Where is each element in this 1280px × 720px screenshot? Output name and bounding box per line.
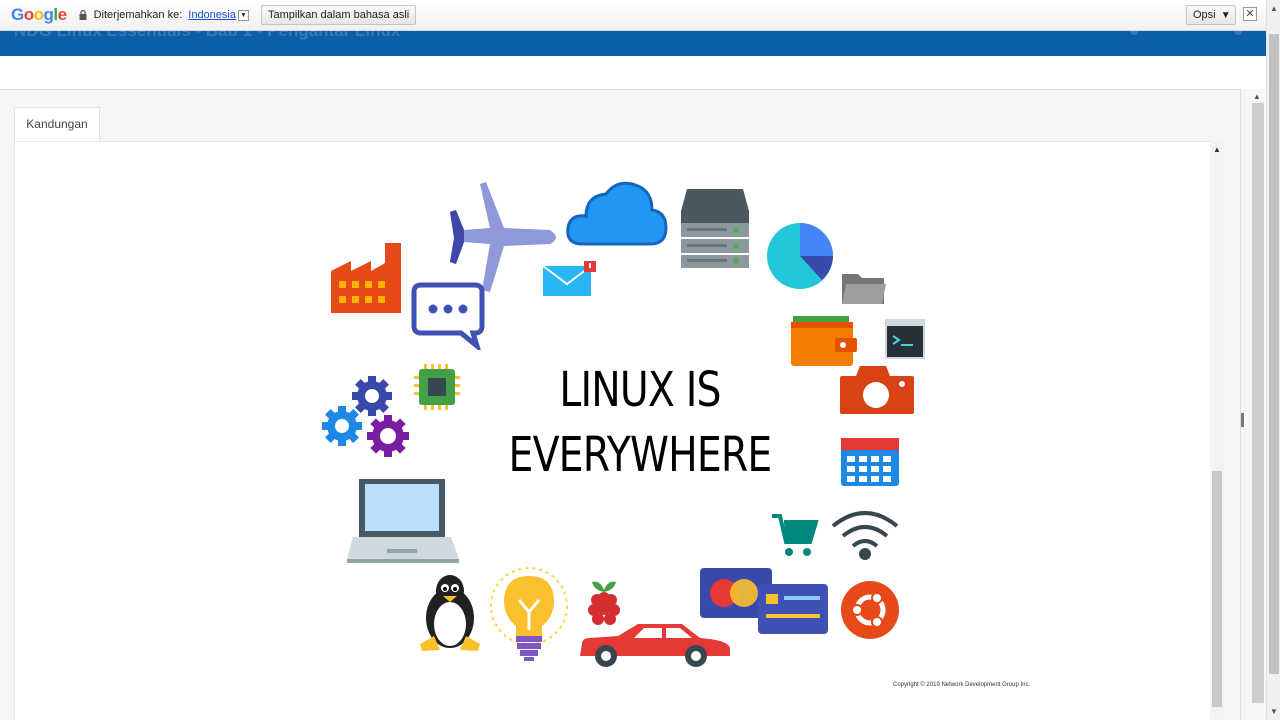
raspberry-pi-icon [588, 581, 620, 625]
folder-icon [842, 274, 886, 304]
chip-icon [414, 364, 460, 410]
scroll-down-icon[interactable]: ▼ [1270, 707, 1278, 716]
outer-scrollbar[interactable]: ▲ [1240, 89, 1266, 720]
terminal-icon [885, 319, 925, 359]
factory-icon [331, 243, 401, 313]
copyright-text: Copyright © 2019 Network Development Gro… [893, 682, 1031, 688]
wallet-icon [791, 316, 857, 366]
browser-window: Google Diterjemahkan ke: Indonesia ▼ Tam… [0, 0, 1280, 720]
wifi-icon [831, 511, 899, 560]
tux-penguin-icon [420, 575, 480, 651]
google-logo-letter: o [23, 5, 34, 24]
window-scrollbar[interactable]: ▲ ▼ [1266, 0, 1280, 720]
page-title: NDG Linux Essentials - Bab 1 - Pengantar… [14, 31, 400, 41]
ubuntu-icon [841, 581, 899, 639]
options-label: Opsi [1193, 9, 1216, 21]
options-caret-icon: ▼ [1220, 10, 1231, 21]
scroll-up-icon[interactable]: ▲ [1253, 92, 1261, 101]
google-logo-letter: g [43, 5, 54, 24]
outer-scroll-thumb[interactable] [1252, 103, 1264, 703]
language-dropdown-icon[interactable]: ▼ [237, 9, 249, 21]
cart-icon [772, 514, 819, 556]
chat-bubble-icon [411, 282, 485, 350]
language-link[interactable]: Indonesia [188, 9, 236, 21]
resize-grip[interactable] [1241, 413, 1244, 427]
cloud-icon [566, 181, 668, 246]
gears-icon [322, 376, 409, 457]
pie-chart-icon [767, 223, 833, 289]
google-logo-letter: o [33, 5, 44, 24]
slide-title-line2: EVERYWHERE [508, 427, 773, 483]
lightbulb-icon [490, 567, 568, 661]
panel-scrollbar[interactable]: ▲ [1210, 141, 1224, 720]
lock-icon [79, 10, 87, 20]
laptop-icon [347, 479, 459, 563]
options-button[interactable]: Opsi ▼ [1186, 5, 1236, 25]
page-header: NDG Linux Essentials - Bab 1 - Pengantar… [0, 31, 1266, 56]
camera-icon [840, 366, 914, 414]
google-logo-letter: G [11, 5, 24, 24]
window-scroll-thumb[interactable] [1269, 34, 1279, 674]
translate-bar: Google Diterjemahkan ke: Indonesia ▼ Tam… [0, 0, 1266, 31]
scroll-up-icon[interactable]: ▲ [1213, 145, 1221, 154]
google-logo: Google [11, 5, 67, 25]
close-translate-button[interactable]: ✕ [1243, 7, 1257, 21]
car-icon [580, 624, 730, 667]
header-icon[interactable] [1130, 31, 1138, 35]
slide-title-line1: LINUX IS [559, 362, 721, 418]
calendar-icon [841, 438, 899, 486]
server-icon [681, 189, 749, 268]
google-logo-letter: e [57, 5, 67, 24]
mail-icon [542, 261, 596, 296]
tab-kandungan[interactable]: Kandungan [14, 107, 100, 142]
panel-scroll-thumb[interactable] [1212, 471, 1222, 707]
translated-to-label: Diterjemahkan ke: [93, 9, 183, 21]
header-icon[interactable] [1234, 31, 1242, 35]
show-original-button[interactable]: Tampilkan dalam bahasa asli [260, 5, 417, 25]
scroll-up-icon[interactable]: ▲ [1270, 4, 1278, 13]
